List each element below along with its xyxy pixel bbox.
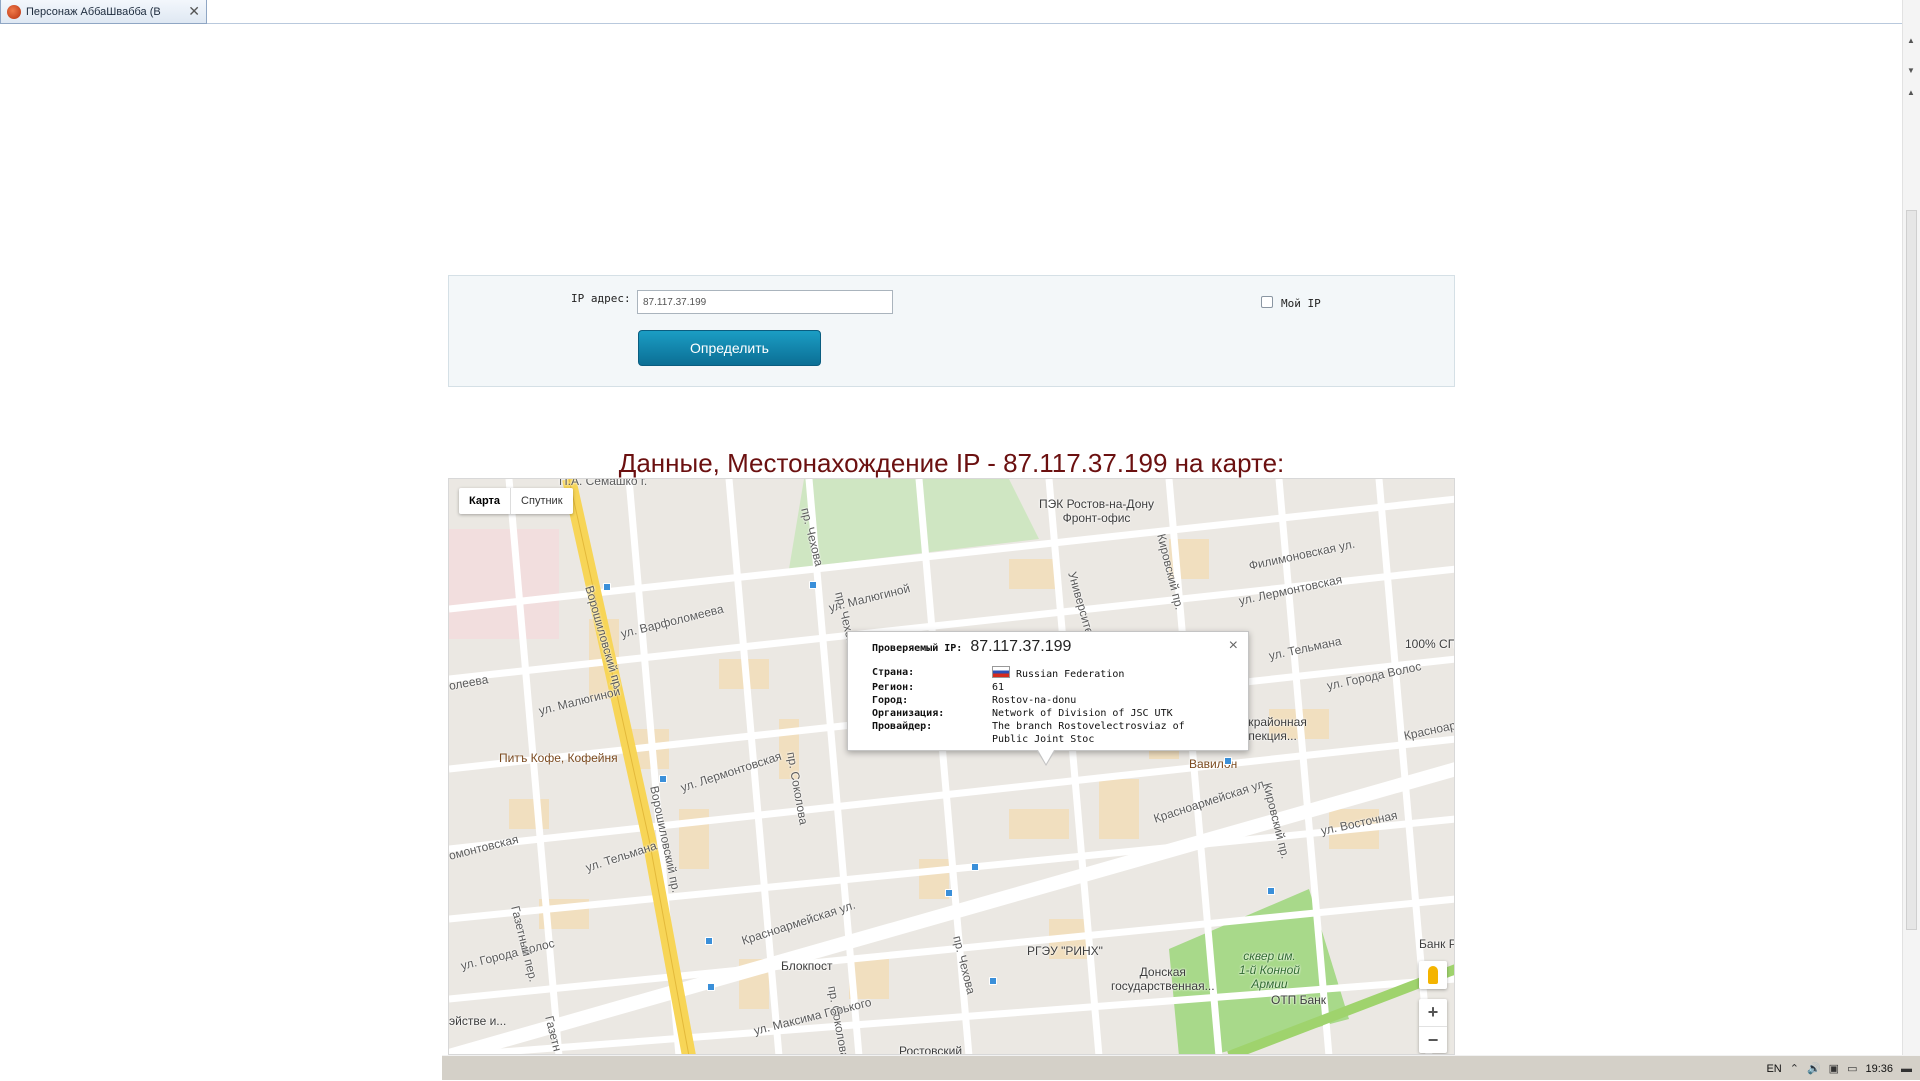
- language-indicator[interactable]: EN: [1766, 1063, 1781, 1075]
- country-value: Russian Federation: [992, 666, 1224, 681]
- scroll-thumb[interactable]: [1906, 210, 1917, 930]
- bus-stop-icon: [989, 977, 997, 985]
- checked-ip-label: Проверяемый IP:: [872, 643, 963, 654]
- voroshilovsky-road: [562, 479, 696, 1054]
- provider-label: Провайдер:: [872, 721, 933, 732]
- popup-row-city: Город: Rostov-na-donu: [872, 694, 1224, 707]
- map-type-map-button[interactable]: Карта: [459, 488, 510, 514]
- poi-label: ПЭК Ростов-на-Дону Фронт-офис: [1039, 497, 1154, 525]
- map-type-satellite-button[interactable]: Спутник: [510, 488, 572, 514]
- tab-close-icon[interactable]: ✕: [188, 3, 200, 20]
- poi-label: Донская государственная...: [1111, 965, 1215, 993]
- browser-tab-strip: Персонаж АббаШвабба (В ✕: [0, 0, 1920, 24]
- scroll-up-arrow-icon[interactable]: ▲: [1907, 36, 1915, 45]
- volume-icon[interactable]: 🔊: [1807, 1062, 1821, 1075]
- hospital-area: [449, 529, 559, 639]
- tab-title: Персонаж АббаШвабба (В: [26, 5, 161, 18]
- determine-button[interactable]: Определить: [638, 330, 821, 366]
- zoom-control: + −: [1419, 999, 1447, 1053]
- browser-tab[interactable]: Персонаж АббаШвабба (В ✕: [0, 0, 207, 24]
- checked-ip-value: 87.117.37.199: [970, 638, 1072, 655]
- tray-expand-icon[interactable]: ⌃: [1790, 1062, 1799, 1075]
- scroll-up-arrow-icon[interactable]: ▲: [1907, 88, 1915, 97]
- popup-header: Проверяемый IP: 87.117.37.199: [872, 638, 1224, 656]
- map-canvas: [449, 479, 1454, 1054]
- country-label: Страна:: [872, 667, 915, 678]
- city-value: Rostov-na-donu: [992, 695, 1077, 706]
- map-view[interactable]: Ворошиловский пр Ворошиловский пр. ул. В…: [448, 478, 1455, 1055]
- zoom-in-button[interactable]: +: [1419, 999, 1447, 1026]
- my-ip-label: Мой IP: [1281, 297, 1321, 310]
- tab-favicon-icon: [7, 4, 21, 19]
- provider-value: The branch Rostovelectrosviaz of Public …: [992, 721, 1185, 745]
- poi-label: 100% СП: [1405, 637, 1455, 651]
- bus-stop-icon: [971, 863, 979, 871]
- country-text: Russian Federation: [1016, 669, 1125, 680]
- taskbar: EN ⌃ 🔊 ▣ ▭ 19:36 ▬: [442, 1055, 1920, 1080]
- poi-label: РГЭУ "РИНХ": [1027, 944, 1103, 958]
- bus-stop-icon: [1267, 887, 1275, 895]
- russia-flag-icon: [992, 666, 1010, 678]
- ip-info-popup: × Проверяемый IP: 87.117.37.199 Страна: …: [847, 631, 1249, 766]
- zoom-out-button[interactable]: −: [1419, 1026, 1447, 1053]
- poi-label: эйстве и...: [449, 1014, 507, 1028]
- poi-label: ОТП Банк: [1271, 993, 1327, 1007]
- poi-label: Блокпост: [781, 959, 833, 973]
- clock[interactable]: 19:36: [1865, 1063, 1893, 1075]
- vertical-scrollbar[interactable]: ▲ ▼ ▲: [1902, 0, 1920, 1055]
- organization-label: Организация:: [872, 708, 945, 719]
- popup-row-organization: Организация: Network of Division of JSC …: [872, 707, 1224, 720]
- organization-value: Network of Division of JSC UTK: [992, 708, 1173, 719]
- street-label: П.А. Семашко г.: [559, 478, 648, 488]
- my-ip-checkbox[interactable]: [1261, 296, 1273, 308]
- ip-address-label: IP адрес:: [571, 292, 631, 305]
- bus-stop-icon: [659, 775, 667, 783]
- city-label: Город:: [872, 695, 909, 706]
- show-desktop-icon[interactable]: ▬: [1901, 1063, 1912, 1075]
- bus-stop-icon: [945, 889, 953, 897]
- system-tray: EN ⌃ 🔊 ▣ ▭ 19:36 ▬: [1758, 1056, 1920, 1081]
- popup-row-country: Страна: Russian Federation: [872, 666, 1224, 681]
- bus-stop-icon: [707, 983, 715, 991]
- bus-stop-icon: [1224, 757, 1232, 765]
- poi-label: Ростовский: [899, 1044, 963, 1055]
- bus-stop-icon: [809, 581, 817, 589]
- street-view-pegman-icon[interactable]: [1419, 961, 1447, 989]
- popup-row-region: Регион: 61: [872, 681, 1224, 694]
- scroll-down-arrow-icon[interactable]: ▼: [1907, 66, 1915, 75]
- poi-label: сквер им. 1-й Конной Армии: [1239, 949, 1300, 991]
- bus-stop-icon: [603, 583, 611, 591]
- region-value: 61: [992, 682, 1005, 693]
- ip-address-input[interactable]: [637, 290, 893, 314]
- monitor-icon[interactable]: ▭: [1847, 1062, 1857, 1075]
- popup-close-icon[interactable]: ×: [1229, 637, 1238, 655]
- result-heading: Данные, Местонахождение IP - 87.117.37.1…: [618, 448, 1285, 478]
- ip-lookup-form: IP адрес: Определить Мой IP: [448, 275, 1455, 387]
- network-icon[interactable]: ▣: [1829, 1062, 1839, 1075]
- bus-stop-icon: [705, 937, 713, 945]
- popup-row-provider: Провайдер: The branch Rostovelectrosviaz…: [872, 720, 1224, 746]
- region-label: Регион:: [872, 682, 915, 693]
- poi-label: Питъ Кофе, Кофейня: [499, 751, 618, 765]
- map-type-control: Карта Спутник: [459, 488, 573, 514]
- poi-label: Банк Р: [1419, 937, 1455, 951]
